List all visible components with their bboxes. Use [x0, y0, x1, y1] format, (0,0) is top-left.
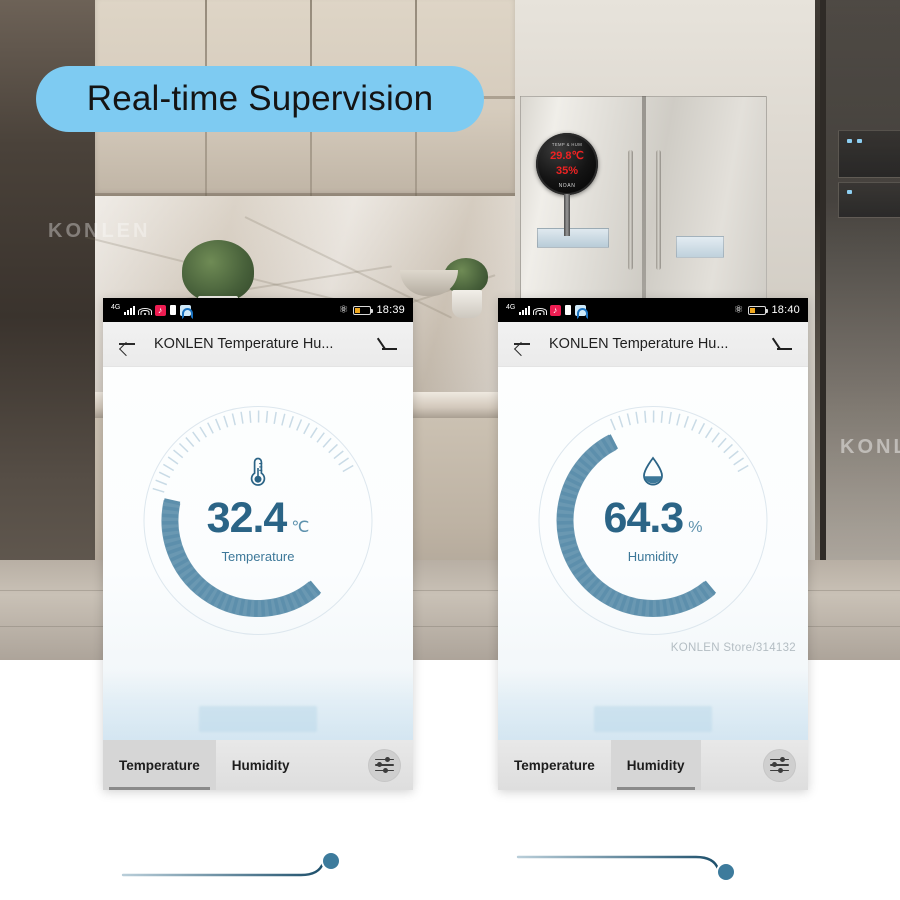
signal-bars-icon — [124, 305, 136, 315]
app-content-temperature: 32.4 ℃ Temperature — [103, 367, 413, 740]
status-bar: 4G ⚛ 18:39 — [103, 298, 413, 322]
sensor-title: TEMP & HUM — [551, 142, 583, 147]
signal-bars-icon — [519, 305, 531, 315]
store-watermark: KONLEN Store/314132 — [670, 642, 796, 654]
sliders-icon[interactable] — [368, 748, 401, 782]
app-icon — [575, 304, 589, 319]
status-bar: 4G ⚛ 18:40 — [498, 298, 808, 322]
tab-humidity-label: Humidity — [231, 757, 290, 773]
edit-pencil-icon[interactable] — [774, 334, 794, 354]
sliders-icon[interactable] — [763, 748, 796, 782]
battery-icon — [353, 305, 374, 315]
progress-indicator-right[interactable] — [500, 845, 750, 885]
sensor-temperature: 29.8℃ — [550, 150, 584, 162]
progress-dot[interactable] — [718, 864, 734, 880]
sensor-humidity: 35% — [555, 165, 579, 177]
page-title: KONLEN Temperature Hu... — [154, 336, 334, 352]
sensor-brand: NOAN — [558, 183, 576, 189]
wall-sensor-device: TEMP & HUM 29.8℃ 35% NOAN — [536, 133, 598, 195]
wifi-icon — [138, 306, 153, 315]
bluetooth-icon: ⚛ — [338, 303, 349, 316]
glass-door — [820, 0, 900, 640]
app-content-humidity: 64.3 % Humidity KONLEN Store/314132 — [498, 367, 808, 740]
tab-humidity-label: Humidity — [626, 757, 685, 773]
battery-icon — [748, 305, 769, 315]
sim-icon — [565, 305, 572, 315]
edit-pencil-icon[interactable] — [379, 334, 399, 354]
phone-screenshot-right: 4G ⚛ 18:40 KONLEN Temperature Hu... — [498, 298, 808, 790]
background-watermark-2: KONLEN — [840, 436, 900, 458]
wifi-icon — [533, 306, 548, 315]
content-blur-box — [594, 706, 712, 732]
sim-icon — [170, 305, 177, 315]
tab-humidity[interactable]: Humidity — [216, 740, 306, 790]
page-title: KONLEN Temperature Hu... — [549, 336, 729, 352]
temperature-gauge — [141, 403, 376, 638]
appliance-panel-2 — [676, 236, 724, 258]
status-bar-time: 18:39 — [376, 304, 405, 316]
tiktok-icon — [550, 304, 562, 316]
bottom-tab-bar: Temperature Humidity — [498, 740, 808, 790]
banner-pill: Real-time Supervision — [36, 66, 484, 132]
potted-plant-large — [182, 240, 254, 302]
background-watermark-1: KONLEN — [48, 220, 151, 242]
humidity-gauge — [536, 403, 771, 638]
app-icon — [180, 304, 194, 319]
tab-active-underline — [109, 787, 210, 790]
tab-temperature-label: Temperature — [119, 757, 200, 773]
plant-pot-small — [452, 290, 482, 318]
app-bar: KONLEN Temperature Hu... — [103, 322, 413, 367]
app-bar: KONLEN Temperature Hu... — [498, 322, 808, 367]
network-type-label: 4G — [111, 303, 121, 311]
back-arrow-icon[interactable] — [512, 334, 532, 354]
gauge-svg — [538, 406, 768, 635]
tab-humidity[interactable]: Humidity — [610, 740, 701, 790]
progress-dot[interactable] — [323, 853, 339, 869]
tiktok-icon — [155, 304, 167, 316]
bluetooth-icon: ⚛ — [733, 303, 744, 316]
status-bar-time: 18:40 — [771, 304, 800, 316]
tab-temperature-label: Temperature — [514, 757, 595, 773]
sensor-stand — [564, 194, 570, 236]
tab-active-underline — [616, 787, 695, 790]
gauge-svg — [143, 406, 373, 635]
tab-temperature[interactable]: Temperature — [498, 740, 611, 790]
back-arrow-icon[interactable] — [117, 334, 137, 354]
content-blur-box — [199, 706, 317, 732]
tab-temperature[interactable]: Temperature — [103, 740, 216, 790]
screenshot-root: KONLEN KONLEN TEMP & HUM 29.8℃ 35% NOAN … — [0, 0, 900, 900]
appliance-panel — [537, 228, 609, 248]
progress-indicator-left[interactable] — [105, 845, 355, 885]
network-type-label: 4G — [506, 303, 516, 311]
banner-title: Real-time Supervision — [86, 79, 434, 118]
phone-screenshot-left: 4G ⚛ 18:39 KONLEN Temperature Hu... — [103, 298, 413, 790]
bottom-tab-bar: Temperature Humidity — [103, 740, 413, 790]
